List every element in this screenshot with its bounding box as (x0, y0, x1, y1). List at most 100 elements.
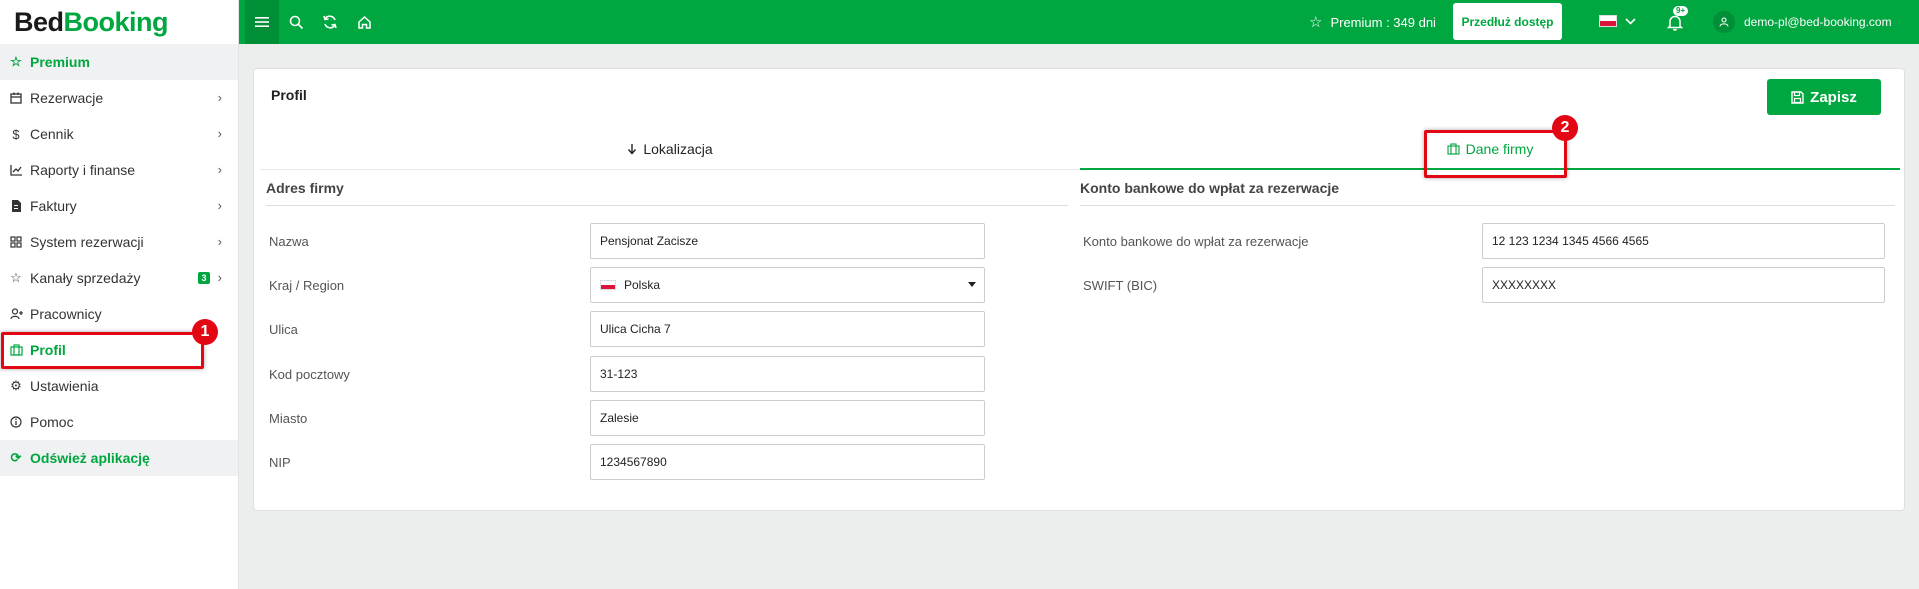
caret-down-icon (968, 282, 976, 287)
sidebar-item-pomoc[interactable]: Pomoc (0, 404, 238, 440)
city-input[interactable] (600, 411, 984, 425)
nip-input[interactable] (600, 455, 984, 469)
tab-label: Dane firmy (1465, 140, 1534, 157)
sidebar-item-refresh[interactable]: ⟳ Odśwież aplikację (0, 440, 238, 476)
sidebar-item-label: Odśwież aplikację (30, 450, 150, 466)
profile-card: Profil Zapisz Lokalizacja Dane firmy Adr… (253, 68, 1905, 511)
sidebar-item-premium[interactable]: ☆ Premium (0, 44, 238, 80)
hamburger-menu-button[interactable] (245, 0, 279, 44)
sidebar-item-label: Premium (30, 54, 90, 70)
field-label: NIP (269, 454, 291, 470)
sidebar-item-cennik[interactable]: $ Cennik › (0, 116, 238, 152)
sidebar-item-label: Ustawienia (30, 378, 99, 394)
chevron-down-icon (1625, 17, 1636, 25)
country-value: Polska (624, 278, 661, 292)
home-button[interactable] (347, 0, 381, 44)
bank-account-field[interactable] (1482, 223, 1885, 259)
chevron-right-icon: › (217, 234, 222, 249)
company-name-input[interactable] (600, 234, 984, 248)
sidebar-item-label: Kanały sprzedaży (30, 270, 141, 286)
chevron-right-icon: › (217, 90, 222, 105)
user-email: demo-pl@bed-booking.com (1744, 15, 1892, 29)
sidebar: Bed Booking ☆ Premium Rezerwacje › $ Cenn… (0, 0, 239, 589)
sidebar-item-raporty[interactable]: Raporty i finanse › (0, 152, 238, 188)
building-icon (1447, 142, 1460, 155)
sidebar-item-label: Faktury (30, 198, 77, 214)
star-icon: ☆ (10, 54, 22, 69)
home-icon (357, 15, 371, 29)
annotation-number-1: 1 (192, 319, 218, 345)
swift-field[interactable] (1482, 267, 1885, 303)
gear-icon: ⚙ (10, 378, 22, 393)
nip-field[interactable] (590, 444, 985, 480)
field-label: Ulica (269, 321, 298, 337)
refresh-icon: ⟳ (10, 450, 22, 465)
street-field[interactable] (590, 311, 985, 347)
form-row-kod-pocztowy: Kod pocztowy (266, 356, 1068, 392)
topbar: ☆ Premium : 349 dni Przedłuż dostęp 9+ d… (239, 0, 1919, 44)
sidebar-item-system-rezerwacji[interactable]: System rezerwacji › (0, 224, 238, 260)
building-icon (8, 342, 24, 358)
chart-icon (8, 162, 24, 178)
star-outline-icon: ☆ (10, 270, 22, 285)
form-row-nip: NIP (266, 444, 1068, 480)
sidebar-item-rezerwacje[interactable]: Rezerwacje › (0, 80, 238, 116)
sidebar-item-label: Raporty i finanse (30, 162, 136, 178)
city-field[interactable] (590, 400, 985, 436)
sidebar-item-faktury[interactable]: Faktury › (0, 188, 238, 224)
language-selector[interactable] (1599, 15, 1636, 27)
bell-icon (1667, 15, 1683, 31)
sidebar-item-label: Cennik (30, 126, 74, 142)
field-label: Nazwa (269, 233, 309, 249)
user-menu[interactable]: demo-pl@bed-booking.com (1713, 0, 1892, 44)
extend-access-button[interactable]: Przedłuż dostęp (1453, 3, 1562, 40)
company-name-field[interactable] (590, 223, 985, 259)
form-row-nazwa: Nazwa (266, 223, 1068, 259)
dollar-icon: $ (12, 126, 20, 142)
save-button-label: Zapisz (1810, 88, 1857, 106)
swift-input[interactable] (1492, 278, 1884, 292)
field-label: Kraj / Region (269, 277, 345, 293)
sidebar-item-ustawienia[interactable]: ⚙ Ustawienia (0, 368, 238, 404)
company-address-section: Adres firmy (266, 180, 1068, 206)
chevron-right-icon: › (217, 270, 222, 285)
form-row-konto-bankowe: Konto bankowe do wpłat za rezerwacje (1080, 223, 1895, 259)
form-row-kraj: Kraj / Region Polska (266, 267, 1068, 303)
sidebar-item-label: Profil (30, 342, 66, 358)
notification-badge: 9+ (1673, 6, 1689, 16)
sidebar-item-kanaly-sprzedazy[interactable]: ☆ Kanały sprzedaży 3 › (0, 260, 238, 296)
save-button[interactable]: Zapisz (1767, 79, 1881, 115)
refresh-icon (323, 15, 337, 29)
street-input[interactable] (600, 322, 984, 336)
logo[interactable]: Bed Booking (0, 0, 238, 44)
field-label: Konto bankowe do wpłat za rezerwacje (1083, 233, 1309, 249)
section-title: Konto bankowe do wpłat za rezerwacje (1080, 180, 1895, 206)
tab-dane-firmy[interactable]: Dane firmy (1080, 129, 1900, 170)
count-badge: 3 (198, 272, 210, 284)
calendar-icon (8, 90, 24, 106)
search-button[interactable] (279, 0, 313, 44)
grid-icon (8, 234, 24, 250)
bank-account-input[interactable] (1492, 234, 1884, 248)
sidebar-item-label: Pracownicy (30, 306, 102, 322)
bank-account-section: Konto bankowe do wpłat za rezerwacje (1080, 180, 1895, 206)
poland-flag-icon (1599, 15, 1617, 27)
user-plus-icon (8, 306, 24, 322)
postal-code-field[interactable] (590, 356, 985, 392)
chevron-right-icon: › (217, 198, 222, 213)
floppy-disk-icon (1791, 90, 1804, 104)
poland-flag-icon (600, 280, 616, 290)
postal-code-input[interactable] (600, 367, 984, 381)
profile-tabs: Lokalizacja Dane firmy (260, 129, 1900, 170)
hamburger-icon (255, 17, 269, 27)
invoice-icon (8, 198, 24, 214)
tab-lokalizacja[interactable]: Lokalizacja (260, 129, 1080, 170)
arrow-down-icon (628, 144, 637, 155)
sidebar-item-label: System rezerwacji (30, 234, 144, 250)
field-label: Kod pocztowy (269, 366, 350, 382)
form-row-miasto: Miasto (266, 400, 1068, 436)
field-label: Miasto (269, 410, 308, 426)
refresh-button[interactable] (313, 0, 347, 44)
sidebar-item-label: Pomoc (30, 414, 74, 430)
country-select[interactable]: Polska (590, 267, 985, 303)
